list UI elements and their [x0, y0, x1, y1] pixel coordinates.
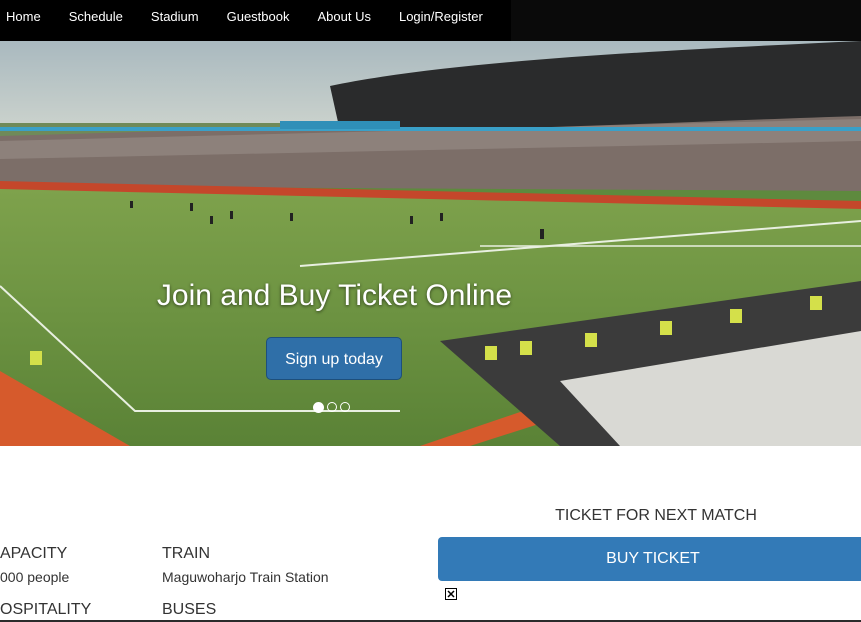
carousel-dot[interactable] — [327, 402, 337, 412]
carousel-indicators — [313, 401, 350, 413]
nav-item-login-register[interactable]: Login/Register — [385, 0, 497, 41]
nav-item-schedule[interactable]: Schedule — [55, 0, 137, 41]
carousel-dot[interactable] — [340, 402, 350, 412]
capacity-label: APACITY — [0, 545, 68, 562]
nav-item-stadium[interactable]: Stadium — [137, 0, 213, 41]
nav-item-about-us[interactable]: About Us — [303, 0, 384, 41]
nav-item-guestbook[interactable]: Guestbook — [213, 0, 304, 41]
nav-list: Home Schedule Stadium Guestbook About Us… — [0, 0, 511, 41]
sign-up-button[interactable]: Sign up today — [266, 337, 402, 380]
stadium-image — [0, 41, 861, 446]
nav-item-home[interactable]: Home — [0, 0, 55, 41]
navbar: Home Schedule Stadium Guestbook About Us… — [0, 0, 861, 41]
buy-ticket-button[interactable]: BUY TICKET — [438, 537, 861, 581]
broken-image-icon — [445, 588, 457, 600]
train-label: TRAIN — [162, 545, 210, 562]
hero-carousel[interactable]: Join and Buy Ticket Online Sign up today — [0, 41, 861, 446]
ticket-heading: TICKET FOR NEXT MATCH — [555, 507, 757, 524]
carousel-dot[interactable] — [313, 401, 324, 413]
capacity-value: 000 people — [0, 569, 70, 585]
hospitality-label: OSPITALITY — [0, 601, 92, 618]
hero-caption: Join and Buy Ticket Online — [156, 279, 513, 312]
buses-label: BUSES — [162, 601, 217, 618]
train-value: Maguwoharjo Train Station — [162, 569, 329, 585]
